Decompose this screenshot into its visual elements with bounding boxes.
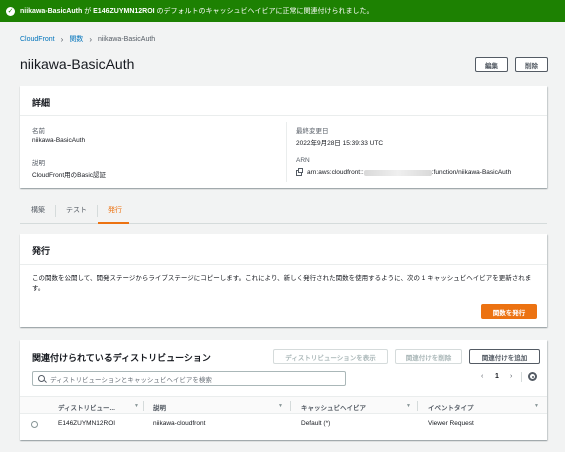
- breadcrumb-current: niikawa-BasicAuth: [97, 35, 156, 43]
- details-column-divider: [286, 122, 287, 182]
- arn-prefix: arn:aws:cloudfront::: [307, 169, 364, 176]
- description-label: 説明: [32, 160, 45, 167]
- details-divider: [20, 115, 547, 116]
- tab-separator: [97, 205, 98, 217]
- column-distribution[interactable]: ディストリビュー...: [58, 402, 115, 412]
- copy-icon[interactable]: [296, 167, 303, 176]
- name-value: niikawa-BasicAuth: [32, 137, 86, 144]
- name-label: 名前: [32, 128, 45, 135]
- delete-button[interactable]: 削除: [515, 57, 548, 72]
- breadcrumb-functions-link[interactable]: 関数: [69, 34, 83, 44]
- column-separator: [290, 401, 291, 411]
- cell-cache-behavior: Default (*): [301, 420, 331, 427]
- tab-test[interactable]: テスト: [66, 205, 87, 215]
- publish-function-button[interactable]: 関数を発行: [481, 304, 537, 319]
- publish-description: この関数を公開して、開発ステージからライブステージにコピーします。これにより、新…: [32, 275, 532, 292]
- sort-icon[interactable]: ▼: [534, 403, 539, 409]
- sort-icon[interactable]: ▼: [278, 403, 283, 409]
- success-flash-banner: ✓ niikawa-BasicAuth が E146ZUYMN12ROI のデフ…: [0, 0, 565, 22]
- cell-description: niikawa-cloudfront: [153, 420, 206, 427]
- arn-value: arn:aws:cloudfront:: :function/niikawa-B…: [296, 167, 512, 176]
- function-tabs: 構築 テスト 発行: [20, 200, 547, 224]
- chevron-right-icon: ›: [89, 34, 92, 44]
- search-input[interactable]: ディストリビューションとキャッシュビヘイビアを検索: [32, 371, 346, 386]
- publish-divider: [20, 264, 547, 265]
- cell-event-type: Viewer Request: [428, 420, 474, 427]
- column-cache-behavior[interactable]: キャッシュビヘイビア: [301, 402, 366, 412]
- page-title: niikawa-BasicAuth: [20, 56, 135, 72]
- tab-separator: [55, 205, 56, 217]
- column-description[interactable]: 説明: [153, 402, 166, 412]
- chevron-right-icon: ›: [60, 34, 64, 44]
- add-association-button[interactable]: 関連付けを追加: [469, 349, 540, 364]
- last-modified-label: 最終変更日: [296, 128, 329, 135]
- search-icon: [38, 375, 45, 382]
- column-event-type[interactable]: イベントタイプ: [428, 402, 474, 412]
- remove-association-button[interactable]: 関連付けを削除: [395, 349, 462, 364]
- pager-divider: [521, 372, 522, 382]
- row-select-radio[interactable]: [31, 421, 38, 428]
- cell-distribution: E146ZUYMN12ROI: [58, 420, 116, 427]
- next-page-icon[interactable]: ›: [510, 373, 512, 380]
- details-heading: 詳細: [32, 98, 51, 108]
- breadcrumb: CloudFront › 関数 › niikawa-BasicAuth: [20, 34, 155, 44]
- table-header: ディストリビュー... ▼ 説明 ▼ キャッシュビヘイビア ▼ イベントタイプ …: [20, 396, 547, 414]
- view-distribution-button[interactable]: ディストリビューションを表示: [273, 349, 388, 364]
- column-separator: [143, 401, 144, 411]
- sort-icon[interactable]: ▼: [406, 403, 411, 409]
- arn-label: ARN: [296, 157, 310, 164]
- redacted-account-id: [363, 169, 432, 176]
- details-panel: 詳細 名前 niikawa-BasicAuth 説明 CloudFront用のB…: [20, 86, 547, 188]
- gear-icon[interactable]: [528, 372, 537, 381]
- associated-distributions-panel: 関連付けられているディストリビューション ディストリビューションを表示 関連付け…: [20, 340, 547, 440]
- sort-icon[interactable]: ▼: [134, 403, 139, 409]
- table-row[interactable]: E146ZUYMN12ROI niikawa-cloudfront Defaul…: [20, 415, 547, 434]
- previous-page-icon[interactable]: ‹: [481, 373, 483, 380]
- success-check-icon: ✓: [6, 6, 15, 16]
- tab-publish[interactable]: 発行: [108, 205, 122, 215]
- page-number[interactable]: 1: [495, 373, 499, 380]
- edit-button[interactable]: 編集: [475, 57, 508, 72]
- description-value: CloudFront用のBasic認証: [32, 172, 107, 179]
- active-tab-indicator: [98, 222, 129, 224]
- breadcrumb-cloudfront-link[interactable]: CloudFront: [20, 36, 55, 43]
- search-placeholder: ディストリビューションとキャッシュビヘイビアを検索: [50, 376, 212, 384]
- publish-panel: 発行 この関数を公開して、開発ステージからライブステージにコピーします。これによ…: [20, 234, 547, 327]
- last-modified-value: 2022年9月28日 15:39:33 UTC: [296, 140, 384, 147]
- flash-message: niikawa-BasicAuth が E146ZUYMN12ROI のデフォル…: [20, 8, 374, 15]
- tab-build[interactable]: 構築: [31, 205, 45, 215]
- associations-heading: 関連付けられているディストリビューション: [32, 353, 211, 363]
- column-separator: [417, 401, 418, 411]
- arn-suffix: :function/niikawa-BasicAuth: [431, 169, 512, 176]
- publish-heading: 発行: [32, 246, 51, 256]
